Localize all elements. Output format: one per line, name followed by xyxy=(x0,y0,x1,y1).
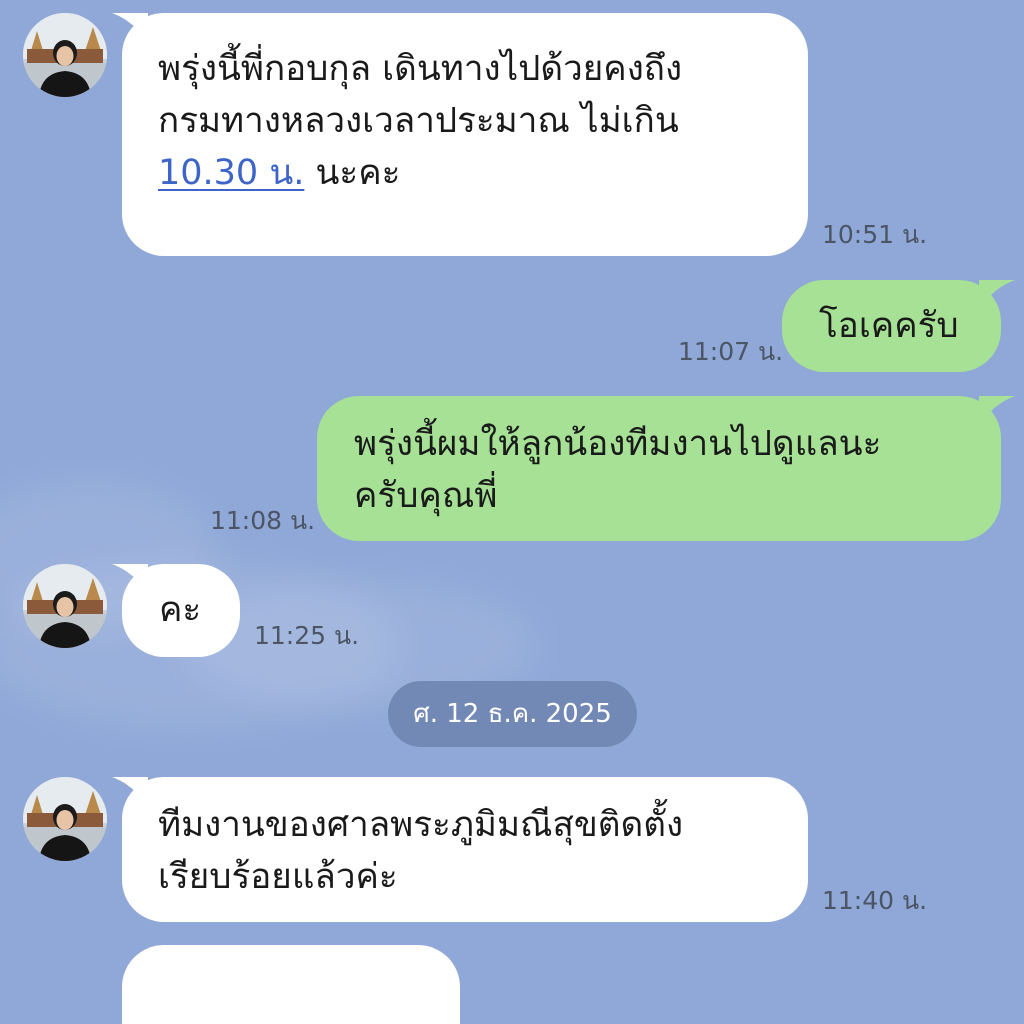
message-text-line: 10.30 น. นะคะ xyxy=(158,147,772,199)
message-text: โอเคครับ xyxy=(819,306,959,346)
bubble-tail xyxy=(979,396,1015,426)
message-timestamp: 10:51 น. xyxy=(822,220,928,249)
contact-avatar[interactable] xyxy=(23,564,107,648)
message-timestamp: 11:07 น. xyxy=(678,337,784,366)
bubble-tail xyxy=(112,777,148,807)
message-bubble-outgoing[interactable]: โอเคครับ xyxy=(782,280,1015,372)
contact-avatar[interactable] xyxy=(23,777,107,861)
message-text-line: ทีมงานของศาลพระภูมิมณีสุขติดตั้ง xyxy=(158,805,684,845)
message-bubble-incoming[interactable]: ทีมงานของศาลพระภูมิมณีสุขติดตั้ง เรียบร้… xyxy=(112,777,808,922)
avatar-photo-icon xyxy=(23,564,107,648)
message-bubble-outgoing[interactable]: พรุ่งนี้ผมให้ลูกน้องทีมงานไปดูแลนะ ครับค… xyxy=(317,396,1015,541)
bubble-tail xyxy=(979,280,1015,310)
message-bubble-incoming[interactable]: พรุ่งนี้พี่กอบกุล เดินทางไปด้วยคงถึง กรม… xyxy=(112,13,808,256)
bubble-tail xyxy=(112,564,148,594)
time-link[interactable]: 10.30 น. xyxy=(158,153,304,193)
message-timestamp: 11:08 น. xyxy=(210,506,316,535)
contact-avatar[interactable] xyxy=(23,13,107,97)
message-text-line: พรุ่งนี้ผมให้ลูกน้องทีมงานไปดูแลนะ xyxy=(354,424,882,464)
message-bubble-incoming[interactable]: คะ xyxy=(112,564,240,657)
message-text-line: พรุ่งนี้พี่กอบกุล เดินทางไปด้วยคงถึง xyxy=(158,49,683,89)
message-text-line: ครับคุณพี่ xyxy=(354,476,498,516)
message-timestamp: 11:40 น. xyxy=(822,886,928,915)
date-separator: ศ. 12 ธ.ค. 2025 xyxy=(388,681,637,747)
message-text: นะคะ xyxy=(304,153,401,193)
message-text-line: กรมทางหลวงเวลาประมาณ ไม่เกิน xyxy=(158,101,679,141)
message-text-line: เรียบร้อยแล้วค่ะ xyxy=(158,857,398,897)
avatar-photo-icon xyxy=(23,777,107,861)
bubble-tail xyxy=(112,13,148,43)
avatar-photo-icon xyxy=(23,13,107,97)
message-text: คะ xyxy=(159,590,202,630)
message-timestamp: 11:25 น. xyxy=(254,621,360,650)
message-bubble-incoming[interactable] xyxy=(122,945,460,1024)
